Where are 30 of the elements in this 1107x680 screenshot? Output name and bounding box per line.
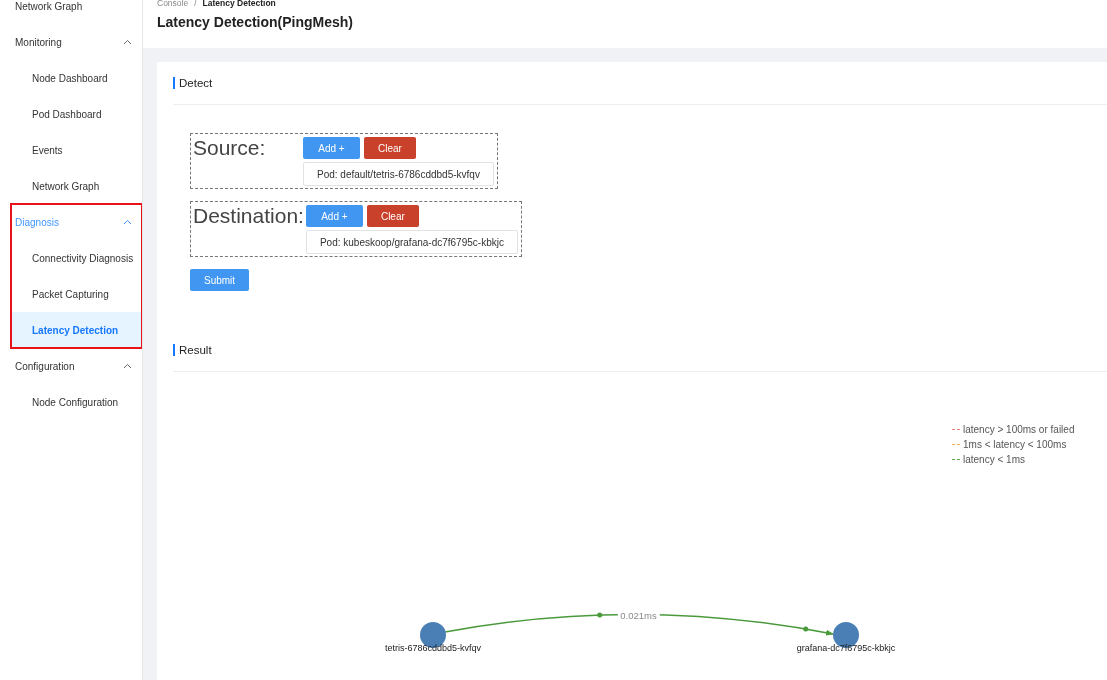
menu-item[interactable]: Node Dashboard [0,60,142,96]
node-label: grafana-dc7f6795c-kbkjc [796,643,896,653]
pod-tag: Pod: default/tetris-6786cddbd5-kvfqv [303,162,494,186]
section-title: Result [173,344,212,356]
chevron-icon [123,39,132,45]
clear-button[interactable]: Clear [364,137,416,159]
node-label: tetris-6786cddbd5-kvfqv [384,643,482,653]
menu-group[interactable]: Configuration [0,348,142,384]
menu-item[interactable]: Events [0,132,142,168]
pod-tag: Pod: kubeskoop/grafana-dc7f6795c-kbkjc [305,230,518,254]
breadcrumb-separator: / [194,0,197,8]
section-title: Detect [173,77,213,89]
menu-item[interactable]: Node Configuration [0,384,142,420]
menu-group[interactable]: Monitoring [0,24,142,60]
breadcrumb-link[interactable]: Console [157,0,189,8]
chevron-icon [123,363,132,369]
menu-item[interactable]: Latency Detection [11,312,142,348]
menu-item[interactable]: Pod Dashboard [0,96,142,132]
chevron-icon [123,219,132,225]
endpoint-label: Destination: [193,205,304,229]
menu-item[interactable]: Connectivity Diagnosis [0,240,142,276]
clear-button[interactable]: Clear [366,205,419,227]
legend-label: latency < 1ms [963,454,1025,465]
menu-item[interactable]: Network Graph [0,168,142,204]
legend-label: latency > 100ms or failed [963,424,1075,435]
menu-item[interactable]: Network Graph [0,0,142,24]
legend-label: 1ms < latency < 100ms [963,439,1067,450]
page-title: Latency Detection(PingMesh) [157,14,355,30]
menu-item[interactable]: Packet Capturing [0,276,142,312]
endpoint-label: Source: [193,137,267,161]
